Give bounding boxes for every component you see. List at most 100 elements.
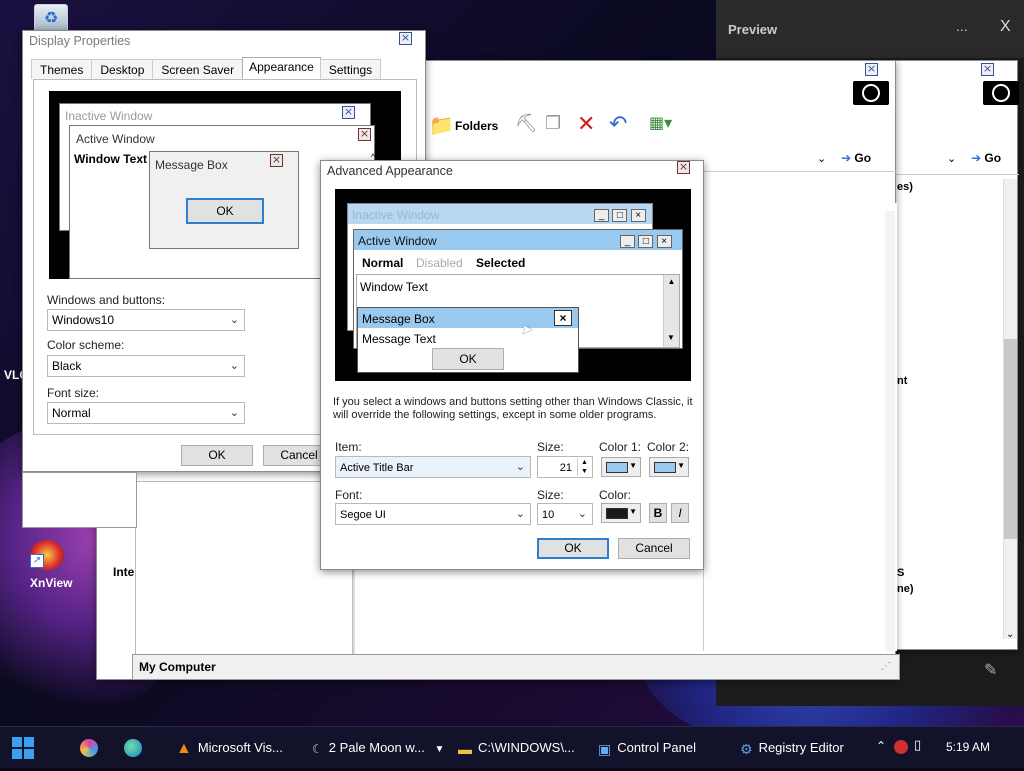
advanced-appearance-title: Advanced Appearance bbox=[327, 164, 453, 178]
size-spinner[interactable]: 21 ▲ ▼ bbox=[537, 456, 593, 478]
tab-strip: Themes Desktop Screen Saver Appearance S… bbox=[31, 57, 382, 79]
preview-close-button[interactable]: X bbox=[1000, 18, 1011, 36]
taskbar-item-registry-editor[interactable]: ⚙ Registry Editor bbox=[740, 727, 844, 769]
color-scheme-label: Color scheme: bbox=[47, 338, 125, 352]
info-text: If you select a windows and buttons sett… bbox=[333, 396, 693, 421]
font-select[interactable]: Segoe UI ⌄ bbox=[335, 503, 531, 525]
preview-inactive-title: Inactive Window bbox=[352, 208, 440, 222]
move-to-icon[interactable]: ⛏ bbox=[515, 113, 538, 134]
preview-title: Preview bbox=[728, 22, 778, 37]
font-size-select[interactable]: Normal ⌄ bbox=[47, 402, 245, 424]
chevron-down-icon: ⌄ bbox=[229, 360, 239, 372]
views-icon[interactable]: ▦▾ bbox=[649, 113, 672, 133]
tab-appearance[interactable]: Appearance bbox=[242, 57, 321, 79]
tab-themes[interactable]: Themes bbox=[31, 59, 93, 79]
pin-icon[interactable]: ✎ bbox=[984, 660, 997, 680]
preview-minimize-button[interactable]: ... bbox=[956, 18, 968, 34]
close-icon: × bbox=[342, 105, 355, 119]
chevron-down-icon: ⌄ bbox=[515, 461, 525, 473]
throbber-icon bbox=[983, 81, 1019, 105]
preview-msgbox-title: Message Box bbox=[155, 158, 228, 172]
folders-button-label[interactable]: Folders bbox=[455, 119, 498, 133]
bold-toggle[interactable]: B bbox=[649, 503, 667, 523]
minimize-icon: _ bbox=[594, 209, 609, 222]
edge-icon[interactable] bbox=[124, 739, 142, 757]
italic-toggle[interactable]: I bbox=[671, 503, 689, 523]
color2-swatch bbox=[654, 462, 676, 473]
clock[interactable]: 5:19 AM bbox=[946, 740, 990, 754]
behind-window-fragment bbox=[22, 472, 137, 528]
scroll-up-icon: ▲ bbox=[667, 277, 676, 286]
color2-button[interactable]: ▼ bbox=[649, 457, 689, 477]
display-properties-title: Display Properties bbox=[29, 34, 131, 48]
chevron-down-icon: ⌄ bbox=[229, 314, 239, 326]
go-button[interactable]: ➔ Go bbox=[841, 151, 871, 165]
go-button[interactable]: ➔ Go bbox=[971, 151, 1001, 165]
mouse-cursor-icon: ➤ bbox=[521, 321, 533, 337]
color1-label: Color 1: bbox=[599, 440, 642, 454]
color1-swatch bbox=[606, 462, 628, 473]
status-bar: My Computer ⋰ bbox=[132, 654, 900, 680]
close-icon[interactable]: × bbox=[865, 63, 878, 76]
chevron-down-icon: ⌄ bbox=[577, 508, 587, 520]
font-color-button[interactable]: ▼ bbox=[601, 503, 641, 523]
close-icon[interactable]: × bbox=[399, 32, 412, 45]
chevron-down-icon: ▼ bbox=[629, 461, 637, 470]
scrollbar[interactable]: ⌄ bbox=[1003, 179, 1017, 640]
font-size-value: 10 bbox=[542, 509, 555, 521]
scroll-down-icon[interactable]: ⌄ bbox=[1006, 629, 1014, 640]
xnview-desktop-label[interactable]: XnView bbox=[30, 576, 72, 590]
address-dropdown-chevron-icon[interactable]: ⌄ bbox=[817, 152, 826, 165]
address-dropdown-chevron-icon[interactable]: ⌄ bbox=[947, 152, 956, 165]
color-scheme-select[interactable]: Black ⌄ bbox=[47, 355, 245, 377]
copy-to-icon[interactable]: ❐ bbox=[545, 113, 561, 134]
status-text: My Computer bbox=[139, 660, 216, 674]
preview-window-text: Window Text bbox=[360, 280, 428, 294]
copilot-icon[interactable] bbox=[80, 739, 98, 757]
item-select[interactable]: Active Title Bar ⌄ bbox=[335, 456, 531, 478]
preview-ok-button: OK bbox=[186, 198, 264, 224]
control-panel-icon: ▣ bbox=[598, 740, 612, 757]
battery-icon[interactable]: ▯ bbox=[914, 737, 921, 753]
color-scheme-value: Black bbox=[52, 359, 82, 373]
pale-moon-icon: ☾ bbox=[312, 741, 323, 756]
taskbar-item-explorer[interactable]: ▬ C:\WINDOWS\... bbox=[458, 727, 575, 769]
undo-icon[interactable]: ↶ bbox=[609, 111, 627, 137]
left-text-partial: Inte bbox=[113, 565, 135, 579]
tray-chevron-up-icon[interactable]: ⌃ bbox=[876, 739, 886, 753]
folders-icon[interactable]: 📁 bbox=[429, 113, 454, 138]
scrollbar[interactable] bbox=[885, 211, 895, 651]
start-windows-icon[interactable] bbox=[12, 737, 34, 759]
font-label: Font: bbox=[335, 488, 363, 502]
preview-window-text: Window Text bbox=[74, 152, 147, 166]
spinner-arrows-icon[interactable]: ▲ ▼ bbox=[577, 458, 591, 476]
font-size-select[interactable]: 10 ⌄ bbox=[537, 503, 593, 525]
tab-screen-saver[interactable]: Screen Saver bbox=[152, 59, 244, 79]
cancel-button[interactable]: Cancel bbox=[618, 538, 690, 559]
close-icon[interactable]: × bbox=[677, 161, 690, 174]
ok-button[interactable]: OK bbox=[537, 538, 609, 559]
preview-ok-button: OK bbox=[432, 348, 504, 370]
go-label: Go bbox=[984, 151, 1002, 165]
color1-button[interactable]: ▼ bbox=[601, 457, 641, 477]
right-text-partial: es) bbox=[897, 181, 913, 193]
close-icon[interactable]: × bbox=[981, 63, 994, 76]
tab-settings[interactable]: Settings bbox=[319, 59, 382, 79]
resize-grip-icon[interactable]: ⋰ bbox=[881, 661, 891, 672]
close-icon: × bbox=[358, 127, 371, 141]
preview-msgbox-text: Message Text bbox=[362, 332, 436, 346]
color-label: Color: bbox=[599, 488, 632, 502]
ok-button[interactable]: OK bbox=[181, 445, 253, 466]
xnview-desktop-icon[interactable]: ↗ bbox=[30, 540, 70, 576]
windows-buttons-select[interactable]: Windows10 ⌄ bbox=[47, 309, 245, 331]
tab-desktop[interactable]: Desktop bbox=[91, 59, 154, 79]
font-size-value: Normal bbox=[52, 406, 91, 420]
font-size-label: Font size: bbox=[47, 386, 100, 400]
taskbar-item-vlc[interactable]: ▲ Microsoft Vis... bbox=[176, 727, 283, 769]
delete-icon[interactable]: ✕ bbox=[577, 111, 595, 137]
taskbar-item-pale-moon[interactable]: ☾ 2 Pale Moon w... ▼ bbox=[312, 727, 444, 769]
security-alert-icon[interactable] bbox=[894, 740, 908, 754]
throbber-icon bbox=[853, 81, 889, 105]
close-icon: × bbox=[270, 153, 283, 167]
taskbar-item-control-panel[interactable]: ▣ Control Panel bbox=[598, 727, 696, 769]
